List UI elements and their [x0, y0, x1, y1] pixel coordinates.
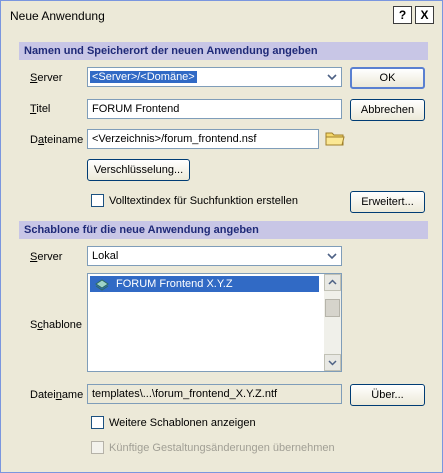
dateiname-label-first: D: [30, 134, 38, 146]
server-combobox-value: <Server>/<Domäne>: [90, 71, 197, 83]
ueber-button[interactable]: Über...: [350, 384, 425, 406]
titel-label-rest: itel: [36, 103, 51, 115]
schablone-label-rest: hablone: [42, 319, 82, 331]
list-item-label: FORUM Frontend X.Y.Z: [116, 278, 233, 290]
dateiname2-label: Dateiname: [30, 389, 83, 401]
volltextindex-checkbox[interactable]: [91, 194, 104, 207]
database-icon: [95, 279, 109, 291]
dateiname-input[interactable]: <Verzeichnis>/forum_frontend.nsf: [87, 129, 319, 149]
list-item-selected[interactable]: FORUM Frontend X.Y.Z: [90, 276, 319, 292]
chevron-down-icon[interactable]: [326, 249, 338, 263]
folder-icon[interactable]: [325, 130, 345, 146]
section-header-template: Schablone für die neue Anwendung angeben: [19, 221, 428, 239]
template-server-combobox[interactable]: Lokal: [87, 246, 342, 266]
server2-label-rest: erver: [37, 251, 63, 263]
title-bar: Neue Anwendung ? X: [1, 1, 442, 31]
dateiname-label: Dateiname: [30, 134, 83, 146]
chevron-down-icon: [328, 360, 337, 366]
titel-label: Titel: [30, 103, 50, 115]
template-filename-value: templates\...\forum_frontend_X.Y.Z.ntf: [92, 388, 278, 400]
titel-input[interactable]: FORUM Frontend: [87, 99, 342, 119]
help-button[interactable]: ?: [393, 6, 412, 24]
section-header-location: Namen und Speicherort der neuen Anwendun…: [19, 42, 428, 60]
scroll-up-button[interactable]: [324, 274, 341, 291]
server-combobox[interactable]: <Server>/<Domäne>: [87, 67, 342, 87]
template-server-value: Lokal: [92, 250, 119, 262]
vertical-scrollbar[interactable]: [324, 274, 341, 371]
window-title: Neue Anwendung: [10, 9, 105, 23]
gestaltung-checkbox: [91, 441, 104, 454]
dateiname2-label-rest: ame: [61, 389, 84, 401]
chevron-down-icon[interactable]: [326, 70, 338, 84]
volltextindex-label[interactable]: Volltextindex für Suchfunktion erstellen: [109, 195, 298, 207]
erweitert-button[interactable]: Erweitert...: [350, 191, 425, 213]
server-label-rest: erver: [37, 72, 63, 84]
scroll-down-button[interactable]: [324, 354, 341, 371]
dialog-window: Neue Anwendung ? X Namen und Speicherort…: [0, 0, 443, 473]
schablone-listbox[interactable]: FORUM Frontend X.Y.Z: [87, 273, 342, 372]
verschluesselung-button[interactable]: Verschlüsselung...: [87, 159, 190, 181]
server2-label: Server: [30, 251, 62, 263]
dateiname-label-rest: teiname: [44, 134, 84, 146]
server-label: Server: [30, 72, 62, 84]
abbrechen-button[interactable]: Abbrechen: [350, 99, 425, 121]
weitere-schablonen-checkbox[interactable]: [91, 416, 104, 429]
weitere-schablonen-label[interactable]: Weitere Schablonen anzeigen: [109, 417, 256, 429]
dateiname-input-value: <Verzeichnis>/forum_frontend.nsf: [92, 133, 257, 145]
scroll-thumb[interactable]: [325, 299, 340, 317]
dateiname2-label-first: Datei: [30, 389, 56, 401]
titel-input-value: FORUM Frontend: [92, 103, 180, 115]
chevron-up-icon: [328, 279, 337, 285]
ok-button[interactable]: OK: [350, 67, 425, 89]
gestaltung-label: Künftige Gestaltungsänderungen übernehme…: [109, 442, 335, 454]
schablone-label: Schablone: [30, 319, 82, 331]
close-button[interactable]: X: [415, 6, 434, 24]
template-filename-field: templates\...\forum_frontend_X.Y.Z.ntf: [87, 384, 342, 404]
